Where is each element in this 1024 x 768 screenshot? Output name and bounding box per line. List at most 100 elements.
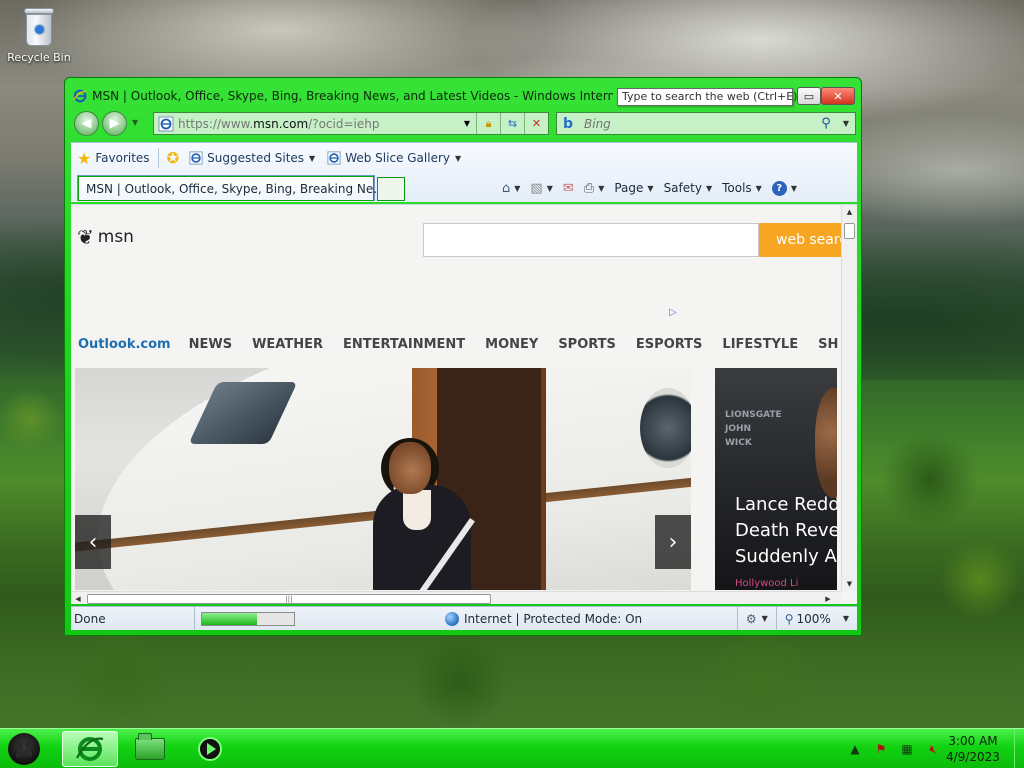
taskbar-ie-button[interactable]: [62, 731, 118, 767]
folder-icon: [135, 733, 165, 760]
stop-icon[interactable]: ✕: [524, 113, 548, 134]
nav-lifestyle[interactable]: LIFESTYLE: [722, 337, 798, 352]
taskbar-explorer-button[interactable]: [122, 731, 178, 767]
msn-logo-text: msn: [97, 227, 134, 247]
close-button[interactable]: ✕: [821, 87, 855, 105]
progress-fill: [202, 612, 258, 625]
add-to-favorites-bar-button[interactable]: ✪: [161, 146, 190, 170]
suggested-sites-link[interactable]: Suggested Sites ▼: [189, 146, 321, 170]
recycle-bin-label: Recycle Bin: [7, 51, 71, 64]
nav-outlook[interactable]: Outlook.com: [78, 337, 171, 352]
settings-gear-icon: ⚙: [745, 611, 757, 626]
recycle-bin-shortcut[interactable]: Recycle Bin: [6, 6, 72, 64]
address-bar[interactable]: https://www.msn.com/?ocid=iehp ▼ 🔒︎ ⇆ ✕: [153, 112, 549, 135]
window-titlebar[interactable]: MSN | Outlook, Office, Skype, Bing, Brea…: [73, 86, 613, 106]
refresh-icon[interactable]: ⇆: [500, 113, 524, 134]
carousel-prev-button[interactable]: ‹: [75, 515, 111, 569]
ad-choices-icon[interactable]: ▷: [669, 307, 677, 318]
zoom-control[interactable]: ⚲ 100% ▼: [775, 607, 857, 630]
address-dropdown[interactable]: ▼: [458, 113, 476, 134]
action-center-flag-icon[interactable]: ⚑: [873, 741, 889, 757]
nav-money[interactable]: MONEY: [485, 337, 538, 352]
chevron-down-icon: ▼: [514, 183, 521, 193]
windows-logo-icon: [16, 740, 32, 758]
search-options-dropdown[interactable]: ▼: [837, 119, 855, 128]
taskbar: ▲ ⚑ ▦ 🔇︎ 3:00 AM 4/9/2023: [0, 728, 1024, 768]
search-input[interactable]: [584, 116, 815, 131]
msn-search-input[interactable]: [423, 223, 759, 257]
address-url[interactable]: https://www.msn.com/?ocid=iehp: [178, 117, 458, 131]
web-search-button[interactable]: web searc: [759, 223, 841, 257]
close-icon: ✕: [833, 89, 843, 103]
show-hidden-icons-icon[interactable]: ▲: [847, 741, 863, 757]
msn-logo[interactable]: ❦ msn: [77, 225, 134, 249]
security-zone[interactable]: Internet | Protected Mode: On: [445, 611, 642, 626]
new-tab-button[interactable]: [377, 177, 405, 201]
vertical-scrollbar[interactable]: ▲ ▼: [841, 205, 857, 591]
scroll-up-icon[interactable]: ▲: [842, 205, 857, 219]
favorites-star-icon: ★: [77, 148, 92, 168]
add-favorite-icon: ✪: [166, 149, 180, 167]
scroll-right-icon[interactable]: ▶: [821, 592, 835, 604]
nav-entertainment[interactable]: ENTERTAINMENT: [343, 337, 465, 352]
lock-icon[interactable]: 🔒︎: [476, 113, 500, 134]
page-menu[interactable]: Page ▼: [609, 181, 658, 195]
url-scheme: https://: [178, 116, 222, 131]
forward-button[interactable]: ▶: [102, 111, 127, 136]
taskbar-media-player-button[interactable]: [182, 731, 238, 767]
window-title: MSN | Outlook, Office, Skype, Bing, Brea…: [92, 89, 613, 103]
nav-weather[interactable]: WEATHER: [252, 337, 323, 352]
safety-menu[interactable]: Safety ▼: [659, 181, 718, 195]
show-desktop-button[interactable]: [1014, 729, 1024, 768]
forward-arrow-icon: ▶: [109, 116, 120, 131]
chevron-down-icon: ▼: [761, 614, 768, 623]
back-button[interactable]: ◀: [74, 111, 99, 136]
hero-carousel[interactable]: ‹ ›: [75, 368, 691, 590]
maximize-button[interactable]: ▭: [797, 87, 821, 105]
print-button[interactable]: ⎙ ▼: [579, 181, 610, 196]
horizontal-scrollbar[interactable]: ◀ ||| ▶: [71, 591, 841, 604]
side-story-card[interactable]: LIONSGATE JOHN WICK Lance Redd Death Rev…: [715, 368, 837, 590]
web-slice-gallery-link[interactable]: Web Slice Gallery ▼: [321, 146, 467, 170]
network-icon[interactable]: ▦: [899, 741, 915, 757]
help-menu[interactable]: ? ▼: [767, 180, 802, 196]
search-magnifier-icon[interactable]: ⚲: [815, 116, 837, 131]
nav-shopping[interactable]: SHOPPING: [818, 337, 838, 352]
ie-page-icon: [189, 151, 203, 165]
chevron-down-icon: ▼: [598, 183, 605, 193]
suggested-sites-label: Suggested Sites: [207, 151, 305, 165]
page-load-progress: [201, 611, 295, 626]
command-area: ★ Favorites ✪ Suggested Sites ▼ Web Slic…: [71, 142, 857, 202]
horizontal-scroll-thumb[interactable]: |||: [87, 594, 491, 604]
favorites-button[interactable]: ★ Favorites: [71, 146, 156, 170]
nav-sports[interactable]: SPORTS: [558, 337, 616, 352]
hero-image-porthole: [640, 388, 691, 468]
protected-mode-toggle[interactable]: ⚙ ▼: [736, 607, 776, 630]
home-button[interactable]: ⌂ ▼: [497, 181, 525, 196]
tools-menu-label: Tools: [722, 181, 752, 195]
carousel-next-button[interactable]: ›: [655, 515, 691, 569]
scroll-down-icon[interactable]: ▼: [842, 577, 857, 591]
nav-news[interactable]: NEWS: [189, 337, 232, 352]
hero-image-person-head: [389, 442, 431, 494]
vertical-scroll-thumb[interactable]: [844, 223, 855, 239]
feeds-button[interactable]: ▧ ▼: [525, 181, 557, 196]
tools-menu[interactable]: Tools ▼: [717, 181, 767, 195]
printer-icon: ⎙: [583, 180, 595, 196]
volume-muted-icon[interactable]: 🔇︎: [925, 741, 941, 757]
ie-icon: [73, 89, 87, 103]
clock-time: 3:00 AM: [948, 734, 998, 748]
chevron-down-icon: ▼: [705, 183, 713, 193]
search-box[interactable]: b ⚲ ▼: [556, 112, 856, 135]
taskbar-clock[interactable]: 3:00 AM 4/9/2023: [940, 733, 1006, 765]
scroll-left-icon[interactable]: ◀: [71, 592, 85, 604]
nav-esports[interactable]: ESPORTS: [636, 337, 702, 352]
recent-pages-dropdown[interactable]: ▼: [132, 118, 138, 127]
side-story-headline[interactable]: Lance Redd Death Reve Suddenly A: [735, 492, 837, 570]
tab-msn[interactable]: MSN | Outlook, Office, Skype, Bing, Brea…: [77, 175, 385, 201]
start-button[interactable]: [8, 733, 40, 765]
ie-page-icon: [327, 151, 341, 165]
chevron-down-icon: ▼: [842, 614, 849, 623]
search-tooltip: Type to search the web (Ctrl+E): [617, 88, 797, 106]
read-mail-button[interactable]: ✉: [558, 181, 579, 196]
